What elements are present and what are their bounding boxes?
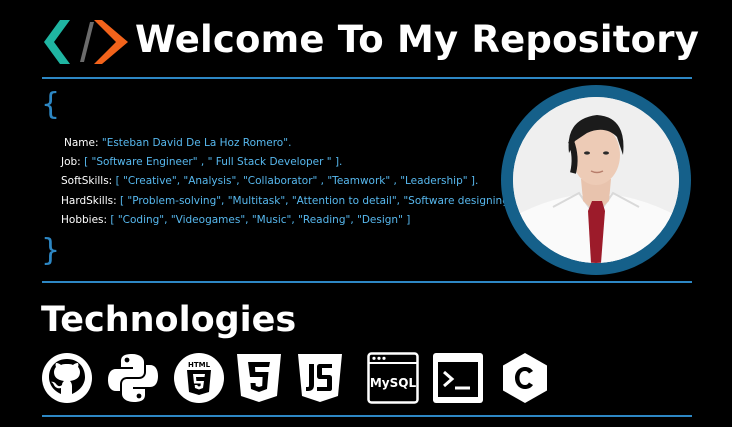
avatar-photo [513, 97, 679, 263]
field-value: [ "Software Engineer" , " Full Stack Dev… [84, 156, 343, 168]
css3-icon[interactable] [233, 352, 285, 404]
technologies-icons: HTML MySQL [41, 352, 561, 404]
python-icon[interactable] [107, 352, 159, 404]
html5-icon[interactable]: HTML [173, 352, 225, 404]
terminal-icon[interactable] [432, 352, 484, 404]
field-hardskills: HardSkills: [ "Problem-solving", "Multit… [61, 195, 521, 207]
person-portrait-icon [513, 97, 679, 263]
field-job: Job: [ "Software Engineer" , " Full Stac… [61, 156, 342, 168]
github-icon[interactable] [41, 352, 93, 404]
close-brace: } [41, 233, 61, 268]
field-value: [ "Creative", "Analysis", "Collaborator"… [115, 175, 479, 187]
avatar [501, 85, 691, 275]
divider-top [42, 77, 692, 79]
field-softskills: SoftSkills: [ "Creative", "Analysis", "C… [61, 175, 478, 187]
field-name: Name: "Esteban David De La Hoz Romero". [64, 137, 291, 149]
divider-middle [42, 281, 692, 283]
c-language-icon[interactable] [499, 352, 551, 404]
field-key: HardSkills: [61, 195, 117, 207]
javascript-icon[interactable] [294, 352, 346, 404]
field-value: "Esteban David De La Hoz Romero". [101, 137, 292, 149]
divider-bottom [42, 415, 692, 417]
field-key: Hobbies: [61, 214, 108, 226]
technologies-title: Technologies [41, 300, 297, 340]
field-value: [ "Coding", "Videogames", "Music", "Read… [110, 214, 411, 226]
open-brace: { [41, 87, 61, 122]
field-key: Job: [61, 156, 81, 168]
field-key: Name: [64, 137, 99, 149]
field-value: [ "Problem-solving", "Multitask", "Atten… [119, 195, 522, 207]
code-brackets-logo [44, 20, 128, 64]
html-label: HTML [188, 361, 211, 369]
mysql-icon[interactable]: MySQL [367, 352, 419, 404]
field-key: SoftSkills: [61, 175, 113, 187]
page-title: Welcome To My Repository [135, 18, 700, 61]
header: Welcome To My Repository [40, 12, 699, 68]
mysql-label: MySQL [370, 376, 417, 390]
field-hobbies: Hobbies: [ "Coding", "Videogames", "Musi… [61, 214, 410, 226]
